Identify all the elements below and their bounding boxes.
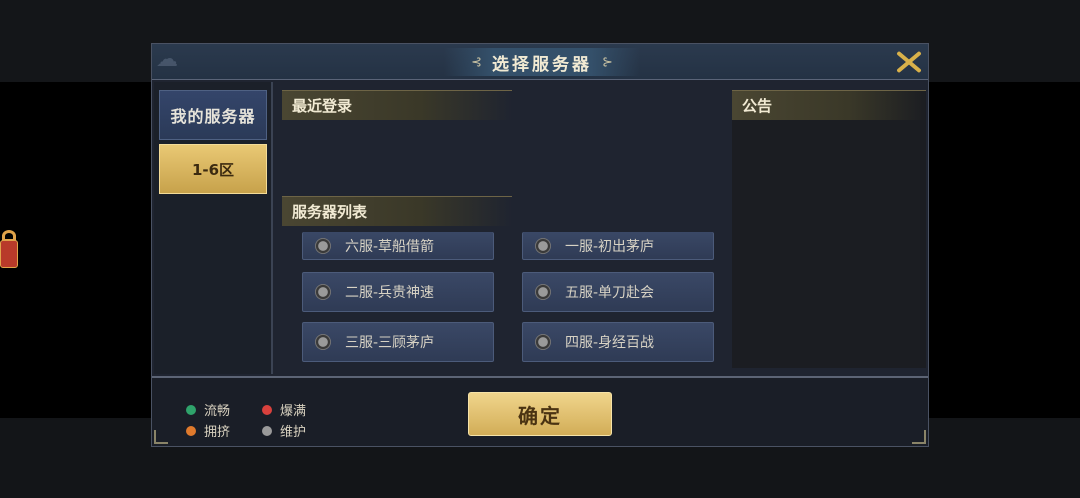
recent-login-title: 最近登录 [292, 97, 353, 115]
legend-crowded: 拥挤 [186, 421, 230, 440]
server-main-panel: 最近登录 服务器列表 六服-草船借箭 一服-初出茅庐 二服-兵贵神速 五服-单刀… [280, 82, 728, 374]
tab-my-servers-label: 我的服务器 [170, 107, 256, 126]
tab-my-servers[interactable]: 我的服务器 [159, 90, 267, 140]
notice-header: 公告 [732, 90, 926, 120]
notice-panel: 公告 [732, 90, 926, 368]
server-label: 五服-单刀赴会 [565, 285, 655, 301]
status-dot-icon [315, 334, 331, 350]
server-button[interactable]: 四服-身经百战 [522, 322, 714, 362]
confirm-button[interactable]: 确定 [468, 392, 612, 436]
server-label: 六服-草船借箭 [345, 238, 435, 255]
title-ornament-left-icon: ⊰ [471, 54, 482, 70]
status-dot-icon [315, 237, 331, 254]
corner-ornament-icon [154, 430, 168, 444]
server-label: 一服-初出茅庐 [565, 238, 655, 255]
server-button[interactable]: 六服-草船借箭 [302, 232, 494, 260]
status-dot-icon [535, 237, 551, 254]
notice-title: 公告 [742, 97, 773, 115]
legend-maintenance: 维护 [262, 421, 306, 440]
green-dot-icon [186, 404, 196, 415]
legend-label: 流畅 [204, 404, 231, 419]
title-ornament-right-icon: ⊱ [602, 54, 613, 70]
legend-smooth: 流畅 [186, 400, 230, 419]
tab-zone-label: 1-6区 [191, 160, 235, 179]
status-dot-icon [315, 284, 331, 300]
status-dot-icon [535, 334, 551, 350]
confirm-label: 确定 [518, 403, 562, 428]
server-group-sidebar: 我的服务器 1-6区 [154, 82, 273, 374]
legend-full: 爆满 [262, 400, 306, 419]
server-label: 四服-身经百战 [565, 335, 655, 351]
gift-icon[interactable] [0, 230, 20, 270]
dialog-header: ☁ ⊰ 选择服务器 ⊱ [152, 44, 928, 80]
legend-label: 拥挤 [204, 425, 231, 440]
server-select-dialog: ☁ ⊰ 选择服务器 ⊱ 我的服务器 1-6区 最近登录 服务器列表 六服-草船借… [151, 43, 929, 447]
server-list-title: 服务器列表 [292, 203, 368, 221]
cloud-ornament-icon: ☁ [156, 47, 178, 72]
orange-dot-icon [186, 425, 196, 436]
close-button[interactable] [890, 46, 926, 78]
recent-login-area [282, 120, 726, 196]
gray-dot-icon [262, 425, 272, 436]
legend-label: 爆满 [280, 404, 307, 419]
server-button[interactable]: 五服-单刀赴会 [522, 272, 714, 312]
server-label: 二服-兵贵神速 [345, 285, 435, 301]
dialog-footer: 流畅 爆满 拥挤 维护 确定 [152, 376, 928, 446]
tab-zone-1-6[interactable]: 1-6区 [159, 144, 267, 194]
red-dot-icon [262, 404, 272, 415]
server-button[interactable]: 三服-三顾茅庐 [302, 322, 494, 362]
server-label: 三服-三顾茅庐 [345, 335, 435, 351]
dialog-title: 选择服务器 [492, 54, 592, 75]
corner-ornament-icon [912, 430, 926, 444]
server-list-header: 服务器列表 [282, 196, 512, 226]
status-dot-icon [535, 284, 551, 300]
server-button[interactable]: 二服-兵贵神速 [302, 272, 494, 312]
recent-login-header: 最近登录 [282, 90, 512, 120]
title-banner: ⊰ 选择服务器 ⊱ [444, 48, 640, 76]
legend-label: 维护 [280, 425, 307, 440]
server-button[interactable]: 一服-初出茅庐 [522, 232, 714, 260]
